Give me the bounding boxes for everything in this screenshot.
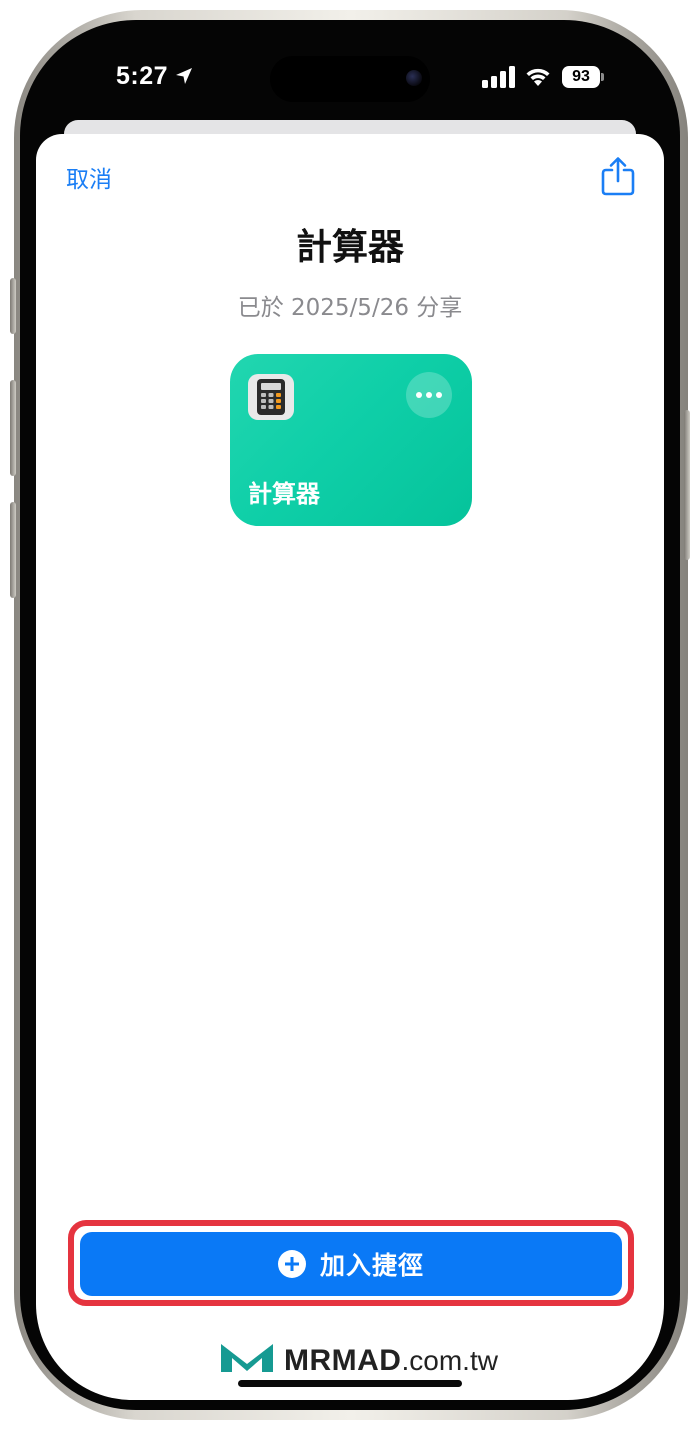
battery-icon: 93 [562,66,600,88]
shortcut-sheet: 取消 計算器 已於 2025/5/26 分享 計算器 [36,134,664,1400]
watermark-text: MRMAD.com.tw [284,1344,498,1378]
watermark-domain: .com.tw [401,1345,498,1376]
shortcut-name: 計算器 [248,480,320,508]
battery-tip [601,73,604,81]
wifi-icon [526,68,550,86]
shortcut-tile[interactable]: 計算器 [230,354,472,526]
share-icon[interactable] [600,156,636,196]
calculator-icon [248,374,294,420]
cellular-signal-icon [482,66,515,88]
page-title: 計算器 [295,227,404,268]
add-shortcut-button[interactable]: 加入捷徑 [80,1232,622,1296]
status-time: 5:27 [116,62,169,90]
cancel-button[interactable]: 取消 [66,160,112,194]
home-indicator[interactable] [238,1380,462,1387]
shared-date: 已於 2025/5/26 分享 [237,295,463,321]
volume-down-button [10,502,16,598]
volume-up-button [10,380,16,476]
plus-circle-icon [277,1250,306,1278]
watermark-brand: MRMAD [284,1344,402,1377]
camera-icon [406,70,422,86]
action-button [10,278,16,334]
power-button [684,410,690,560]
add-shortcut-label: 加入捷徑 [319,1251,424,1280]
ellipsis-icon[interactable] [406,372,452,418]
location-arrow-icon [176,68,192,84]
mrmad-logo-icon [221,1344,273,1372]
